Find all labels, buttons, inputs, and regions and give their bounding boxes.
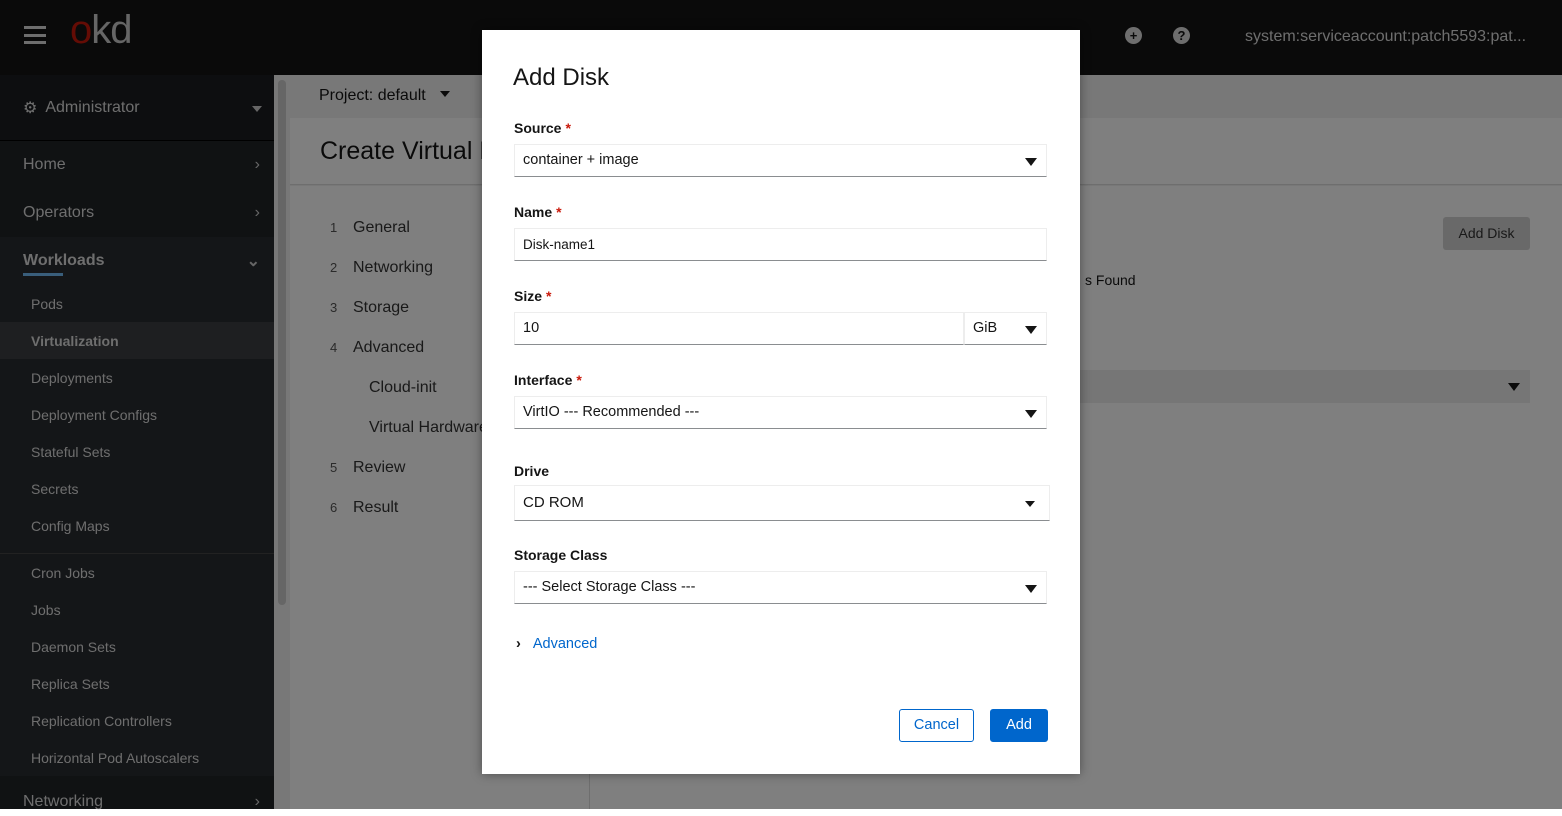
cancel-button[interactable]: Cancel bbox=[899, 709, 974, 742]
advanced-toggle[interactable]: › Advanced bbox=[516, 636, 597, 652]
caret-down-icon bbox=[1025, 585, 1037, 593]
add-button[interactable]: Add bbox=[990, 709, 1048, 742]
size-input[interactable]: 10 bbox=[514, 312, 964, 345]
name-input[interactable]: Disk-name1 bbox=[514, 228, 1047, 261]
size-unit-select[interactable]: GiB bbox=[964, 312, 1047, 345]
storage-class-select[interactable]: --- Select Storage Class --- bbox=[514, 571, 1047, 604]
caret-down-icon bbox=[1025, 326, 1037, 334]
modal-title: Add Disk bbox=[513, 64, 610, 91]
add-disk-modal: Add Disk Source * container + image Name *… bbox=[482, 30, 1080, 774]
drive-label: Drive bbox=[514, 463, 550, 479]
name-label: Name * bbox=[514, 204, 562, 220]
interface-label: Interface * bbox=[514, 372, 582, 388]
chevron-right-icon: › bbox=[516, 636, 521, 652]
interface-select[interactable]: VirtIO --- Recommended --- bbox=[514, 396, 1047, 429]
storage-class-label: Storage Class bbox=[514, 547, 608, 563]
caret-down-icon bbox=[1025, 410, 1037, 418]
source-label: Source * bbox=[514, 120, 571, 136]
caret-down-icon bbox=[1025, 158, 1037, 166]
source-select[interactable]: container + image bbox=[514, 144, 1047, 177]
size-label: Size * bbox=[514, 288, 552, 304]
caret-down-icon bbox=[1025, 501, 1035, 507]
drive-select[interactable]: CD ROM bbox=[514, 485, 1050, 521]
